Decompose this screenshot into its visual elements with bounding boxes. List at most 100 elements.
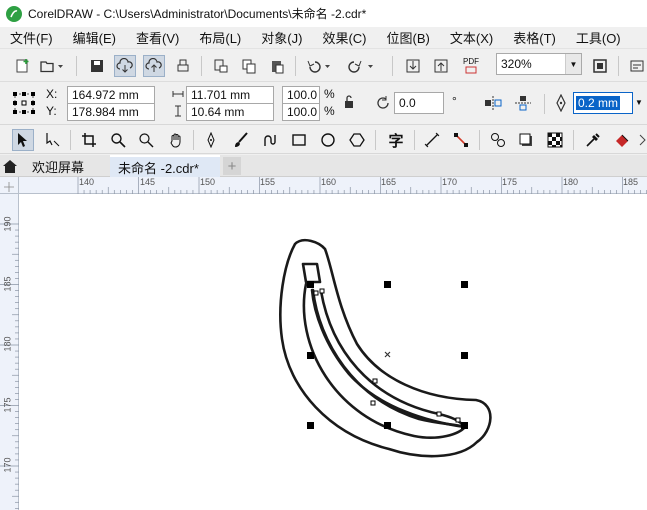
home-icon[interactable] [2,158,18,174]
ruler-h-label: 160 [321,177,337,187]
ruler-h-label: 170 [442,177,458,187]
ruler-h-label: 140 [79,177,95,187]
redo-icon[interactable] [347,55,377,77]
open-folder-icon[interactable] [38,55,66,77]
interactive-fill-icon[interactable] [611,129,633,151]
import-icon[interactable] [210,55,232,77]
blend-tool-icon[interactable] [487,129,509,151]
menu-text[interactable]: 文本(X) [450,28,493,47]
rotation-icon [374,94,392,115]
height-icon [172,105,184,120]
print-icon[interactable] [172,55,194,77]
save-icon[interactable] [86,55,108,77]
tab-welcome-label: 欢迎屏幕 [32,159,85,175]
ruler-h-label: 185 [623,177,639,187]
center-marker-icon[interactable] [384,351,391,358]
paste-icon[interactable] [266,55,288,77]
menu-tools[interactable]: 工具(O) [576,28,621,47]
scale-y-input[interactable]: 100.0 [282,103,320,121]
polygon-tool-icon[interactable] [346,129,368,151]
ellipse-tool-icon[interactable] [317,129,339,151]
zoom-tool-icon[interactable] [107,129,129,151]
property-bar: X: 164.972 mm Y: 178.984 mm 11.701 mm 10… [0,83,647,125]
pick-tool-icon[interactable] [12,129,34,151]
publish-pdf-icon[interactable]: PDF [459,55,483,77]
ruler-v-label: 180 [2,336,13,352]
ruler-h-label: 175 [502,177,518,187]
ruler-h-label: 180 [563,177,579,187]
height-input[interactable]: 10.64 mm [186,103,274,121]
object-origin-icon[interactable] [12,91,36,115]
new-document-icon[interactable] [12,55,34,77]
rotation-angle-input[interactable]: 0.0 [394,92,444,114]
coreldraw-app-icon [6,5,22,22]
percent-label-y: % [324,104,335,118]
transparency-icon[interactable] [544,129,566,151]
eyedropper-icon[interactable] [582,129,604,151]
tab-document[interactable]: 未命名 -2.cdr* [110,155,220,177]
zoom-out-icon[interactable] [135,129,157,151]
width-input[interactable]: 11.701 mm [186,86,274,104]
zoom-value[interactable]: 320% [497,57,565,71]
outline-pen-icon [554,93,568,115]
menu-object[interactable]: 对象(J) [261,28,302,47]
ruler-v-label: 175 [2,397,13,413]
document-tab-bar: 欢迎屏幕 未命名 -2.cdr* + [0,155,647,177]
ruler-v-label: 185 [2,276,13,292]
menu-edit[interactable]: 编辑(E) [73,28,116,47]
vertical-ruler[interactable]: 190 185 180 175 170 [0,194,19,510]
full-screen-icon[interactable] [589,55,611,77]
tab-welcome-screen[interactable]: 欢迎屏幕 [24,155,92,177]
percent-label-x: % [324,87,335,101]
chevron-down-icon[interactable]: ▼ [565,54,581,74]
ruler-origin[interactable] [0,177,19,194]
artistic-media-icon[interactable] [230,129,252,151]
smart-drawing-icon[interactable] [259,129,281,151]
crop-tool-icon[interactable] [78,129,100,151]
mirror-vertical-icon[interactable] [513,94,533,115]
outline-width-combo[interactable]: 0.2 mm [573,92,633,114]
zoom-level-combo[interactable]: 320% ▼ [496,53,582,75]
add-tab-icon[interactable]: + [223,157,241,175]
text-tool-icon[interactable]: 字 [385,129,407,151]
menu-table[interactable]: 表格(T) [513,28,556,47]
copy-icon[interactable] [238,55,260,77]
menu-file[interactable]: 文件(F) [10,28,53,47]
menu-layout[interactable]: 布局(L) [199,28,241,47]
horizontal-ruler[interactable]: 140 145 150 155 160 165 170 175 180 185 [19,177,647,194]
width-icon [172,88,184,103]
y-position-input[interactable]: 178.984 mm [67,103,155,121]
import-arrow-icon[interactable] [402,55,424,77]
x-position-input[interactable]: 164.972 mm [67,86,155,104]
chevron-right-icon[interactable] [636,129,647,151]
toolbox: 字 [0,126,647,154]
cloud-upload-icon[interactable] [143,55,165,77]
pan-tool-icon[interactable] [165,129,187,151]
connector-tool-icon[interactable] [450,129,472,151]
export-arrow-icon[interactable] [430,55,452,77]
scale-x-input[interactable]: 100.0 [282,86,320,104]
outline-width-value[interactable]: 0.2 mm [576,96,621,110]
drawing-canvas[interactable] [19,194,647,510]
lock-ratio-icon[interactable] [343,95,355,112]
rectangle-tool-icon[interactable] [288,129,310,151]
ruler-v-label: 190 [2,216,13,232]
options-icon[interactable] [626,55,647,77]
menu-effects[interactable]: 效果(C) [322,28,366,47]
parallel-dimension-icon[interactable] [421,129,443,151]
y-label: Y: [46,104,57,118]
freehand-tool-icon[interactable] [200,129,222,151]
x-label: X: [46,87,58,101]
undo-icon[interactable] [304,55,334,77]
drop-shadow-icon[interactable] [515,129,537,151]
ruler-v-label: 170 [2,457,13,473]
shape-tool-icon[interactable] [42,129,64,151]
tab-document-label: 未命名 -2.cdr* [118,160,199,176]
title-bar: CorelDRAW - C:\Users\Administrator\Docum… [0,0,647,27]
chevron-down-icon[interactable]: ▼ [635,98,643,107]
cloud-download-icon[interactable] [114,55,136,77]
degree-icon: ° [452,94,457,108]
menu-view[interactable]: 查看(V) [136,28,179,47]
mirror-horizontal-icon[interactable] [483,94,503,115]
menu-bitmaps[interactable]: 位图(B) [387,28,430,47]
